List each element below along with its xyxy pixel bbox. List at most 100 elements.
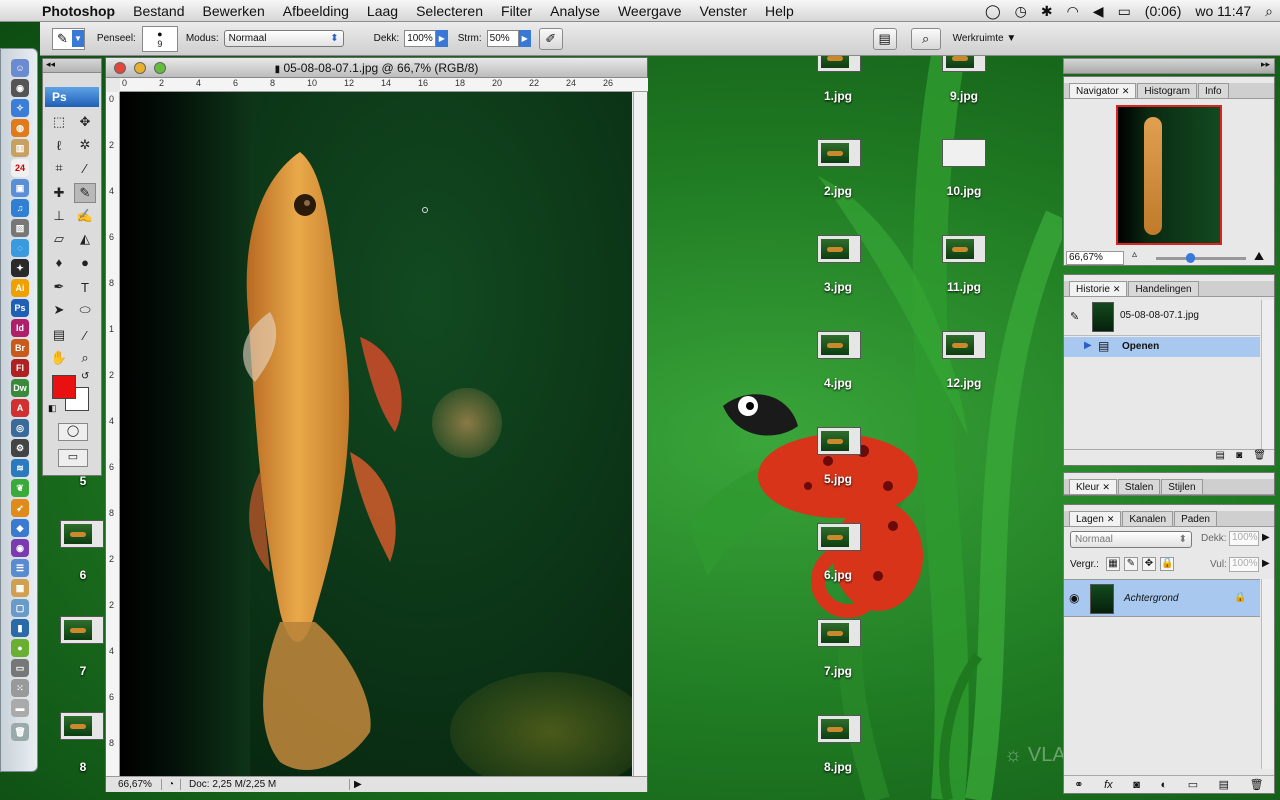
app-star-icon[interactable]: ✦	[11, 259, 29, 277]
default-colors-icon[interactable]: ◧	[48, 403, 57, 414]
zoom-slider-thumb[interactable]	[1186, 253, 1195, 263]
quick-mask-button[interactable]: ◯	[58, 423, 88, 441]
tab-lagen[interactable]: Lagen ✕	[1069, 511, 1122, 526]
document-titlebar[interactable]: ▮ 05-08-08-07.1.jpg @ 66,7% (RGB/8)	[106, 58, 647, 78]
navigator-zoom-slider[interactable]	[1156, 253, 1246, 263]
battery-icon[interactable]: ▭	[1111, 3, 1138, 20]
finder-icon[interactable]: ☺	[11, 59, 29, 77]
photoshop-logo[interactable]: Ps	[45, 87, 99, 107]
tab-kanalen[interactable]: Kanalen	[1122, 511, 1174, 526]
navigator-preview[interactable]	[1116, 105, 1222, 245]
new-snapshot-icon[interactable]: ◙	[1236, 450, 1242, 461]
eraser-tool-icon[interactable]: ▱	[48, 229, 70, 249]
app-leaf-icon[interactable]: ❦	[11, 479, 29, 497]
desktop-file-label-6[interactable]: 6.jpg	[803, 568, 873, 582]
desktop-file-label-2[interactable]: 2.jpg	[803, 184, 873, 198]
menu-bestand[interactable]: Bestand	[124, 3, 193, 19]
address-book-icon[interactable]: ▥	[11, 139, 29, 157]
zoom-window-icon[interactable]	[154, 62, 166, 74]
volume-icon[interactable]: ◀	[1086, 3, 1111, 20]
delete-state-icon[interactable]: 🗑	[1253, 450, 1266, 461]
tab-paden[interactable]: Paden	[1174, 511, 1217, 526]
flow-slider-toggle[interactable]: ▶	[518, 30, 531, 47]
minimize-window-icon[interactable]	[134, 62, 146, 74]
app-monitor-icon[interactable]: ▭	[11, 659, 29, 677]
lock-pixels-icon[interactable]: ✎	[1124, 557, 1138, 571]
crop-tool-icon[interactable]: ⌗	[48, 158, 70, 178]
close-icon[interactable]: ✕	[1113, 284, 1121, 294]
palette-well-button[interactable]: ▤	[872, 27, 897, 50]
path-selection-tool-icon[interactable]: ➤	[48, 300, 70, 320]
layers-scrollbar[interactable]	[1261, 579, 1274, 769]
wifi-icon[interactable]: ◠	[1060, 3, 1086, 20]
image-canvas[interactable]	[120, 92, 632, 776]
eyedropper-sample-tool-icon[interactable]: ⁄	[74, 325, 96, 345]
screen-mode-button[interactable]: ▭	[58, 449, 88, 467]
workspace-menu[interactable]: Werkruimte ▼	[953, 33, 1017, 44]
photos-icon[interactable]: ▣	[11, 179, 29, 197]
downloads-stack-icon[interactable]: ▬	[11, 699, 29, 717]
battery-time[interactable]: (0:06)	[1138, 3, 1189, 19]
desktop-file-thumb-4[interactable]	[817, 331, 861, 359]
close-icon[interactable]: ✕	[1122, 86, 1130, 96]
hand-tool-icon[interactable]: ✋	[48, 348, 70, 368]
app-wave-icon[interactable]: ≋	[11, 459, 29, 477]
desktop-file-label-5[interactable]: 5.jpg	[803, 472, 873, 486]
desktop-file-thumb-10[interactable]	[942, 139, 986, 167]
desktop-file-thumb-11[interactable]	[942, 235, 986, 263]
lock-all-icon[interactable]: 🔒	[1160, 557, 1174, 571]
lock-transparency-icon[interactable]: ▦	[1106, 557, 1120, 571]
desktop-file-thumb-5[interactable]	[817, 427, 861, 455]
flash-icon[interactable]: Fl	[11, 359, 29, 377]
time-machine-icon[interactable]: ◷	[1008, 3, 1034, 20]
tab-historie[interactable]: Historie ✕	[1069, 281, 1128, 296]
ellipse-tool-icon[interactable]: ⬭	[74, 300, 96, 320]
zoom-in-icon[interactable]: ⛰	[1254, 249, 1264, 264]
desktop-file-label-10[interactable]: 10.jpg	[929, 184, 999, 198]
desktop-file-label-4[interactable]: 4.jpg	[803, 376, 873, 390]
trash-icon[interactable]: 🗑	[11, 723, 29, 741]
calendar-icon[interactable]: 24	[11, 159, 29, 177]
history-step-row[interactable]: ▶ ▤ Openen	[1064, 337, 1260, 357]
ichat-icon[interactable]: ◌	[11, 239, 29, 257]
indesign-icon[interactable]: Id	[11, 319, 29, 337]
app-box-icon[interactable]: ▦	[11, 579, 29, 597]
desktop-thumb-8[interactable]	[60, 712, 104, 740]
new-group-icon[interactable]: ▭	[1188, 778, 1198, 791]
desktop-thumb-7[interactable]	[60, 616, 104, 644]
notes-tool-icon[interactable]: ▤	[48, 325, 70, 345]
history-scrollbar[interactable]	[1261, 300, 1274, 450]
close-icon[interactable]: ✕	[1107, 514, 1115, 524]
desktop-file-thumb-8[interactable]	[817, 715, 861, 743]
desktop-file-label-1[interactable]: 1.jpg	[803, 89, 873, 103]
tab-histogram[interactable]: Histogram	[1137, 83, 1197, 98]
history-brush-tool-icon[interactable]: ✍	[74, 206, 96, 226]
desktop-file-thumb-2[interactable]	[817, 139, 861, 167]
layer-opacity-input[interactable]: 100%	[1229, 531, 1259, 546]
zoom-level-field[interactable]: 66,67%	[106, 779, 162, 790]
blur-tool-icon[interactable]: ♦	[48, 252, 70, 272]
desktop-file-label-3[interactable]: 3.jpg	[803, 280, 873, 294]
menu-afbeelding[interactable]: Afbeelding	[274, 3, 358, 19]
chat-bubble-icon[interactable]: ◯	[978, 3, 1008, 20]
swap-colors-icon[interactable]: ↺	[81, 371, 89, 382]
bluetooth-icon[interactable]: ✱	[1034, 3, 1060, 20]
eyedropper-tool-icon[interactable]: ⁄	[74, 158, 96, 178]
menu-app-name[interactable]: Photoshop	[38, 3, 124, 19]
toolbox-header[interactable]: ◂◂	[43, 59, 101, 73]
vertical-ruler[interactable]: 0 2 4 6 8 1 2 4 6 8 2 2 4 6 8	[106, 92, 120, 776]
navigator-zoom-field[interactable]: 66,67%	[1066, 251, 1124, 265]
move-tool-icon[interactable]: ✥	[74, 112, 96, 132]
status-options-icon[interactable]: ◔	[162, 779, 180, 790]
spotlight-search-icon[interactable]: ⌕	[1258, 3, 1280, 20]
desktop-file-label-9[interactable]: 9.jpg	[929, 89, 999, 103]
firefox-icon[interactable]: ◍	[11, 119, 29, 137]
app-dial-icon[interactable]: ⚙	[11, 439, 29, 457]
desktop-file-label-7[interactable]: 7.jpg	[803, 664, 873, 678]
desktop-file-thumb-6[interactable]	[817, 523, 861, 551]
menu-analyse[interactable]: Analyse	[541, 3, 609, 19]
new-layer-icon[interactable]: ▤	[1219, 778, 1229, 791]
document-proxy-icon[interactable]: ▮	[275, 64, 281, 75]
paint-bucket-tool-icon[interactable]: ◭	[74, 229, 96, 249]
app-globe-icon[interactable]: ◎	[11, 419, 29, 437]
